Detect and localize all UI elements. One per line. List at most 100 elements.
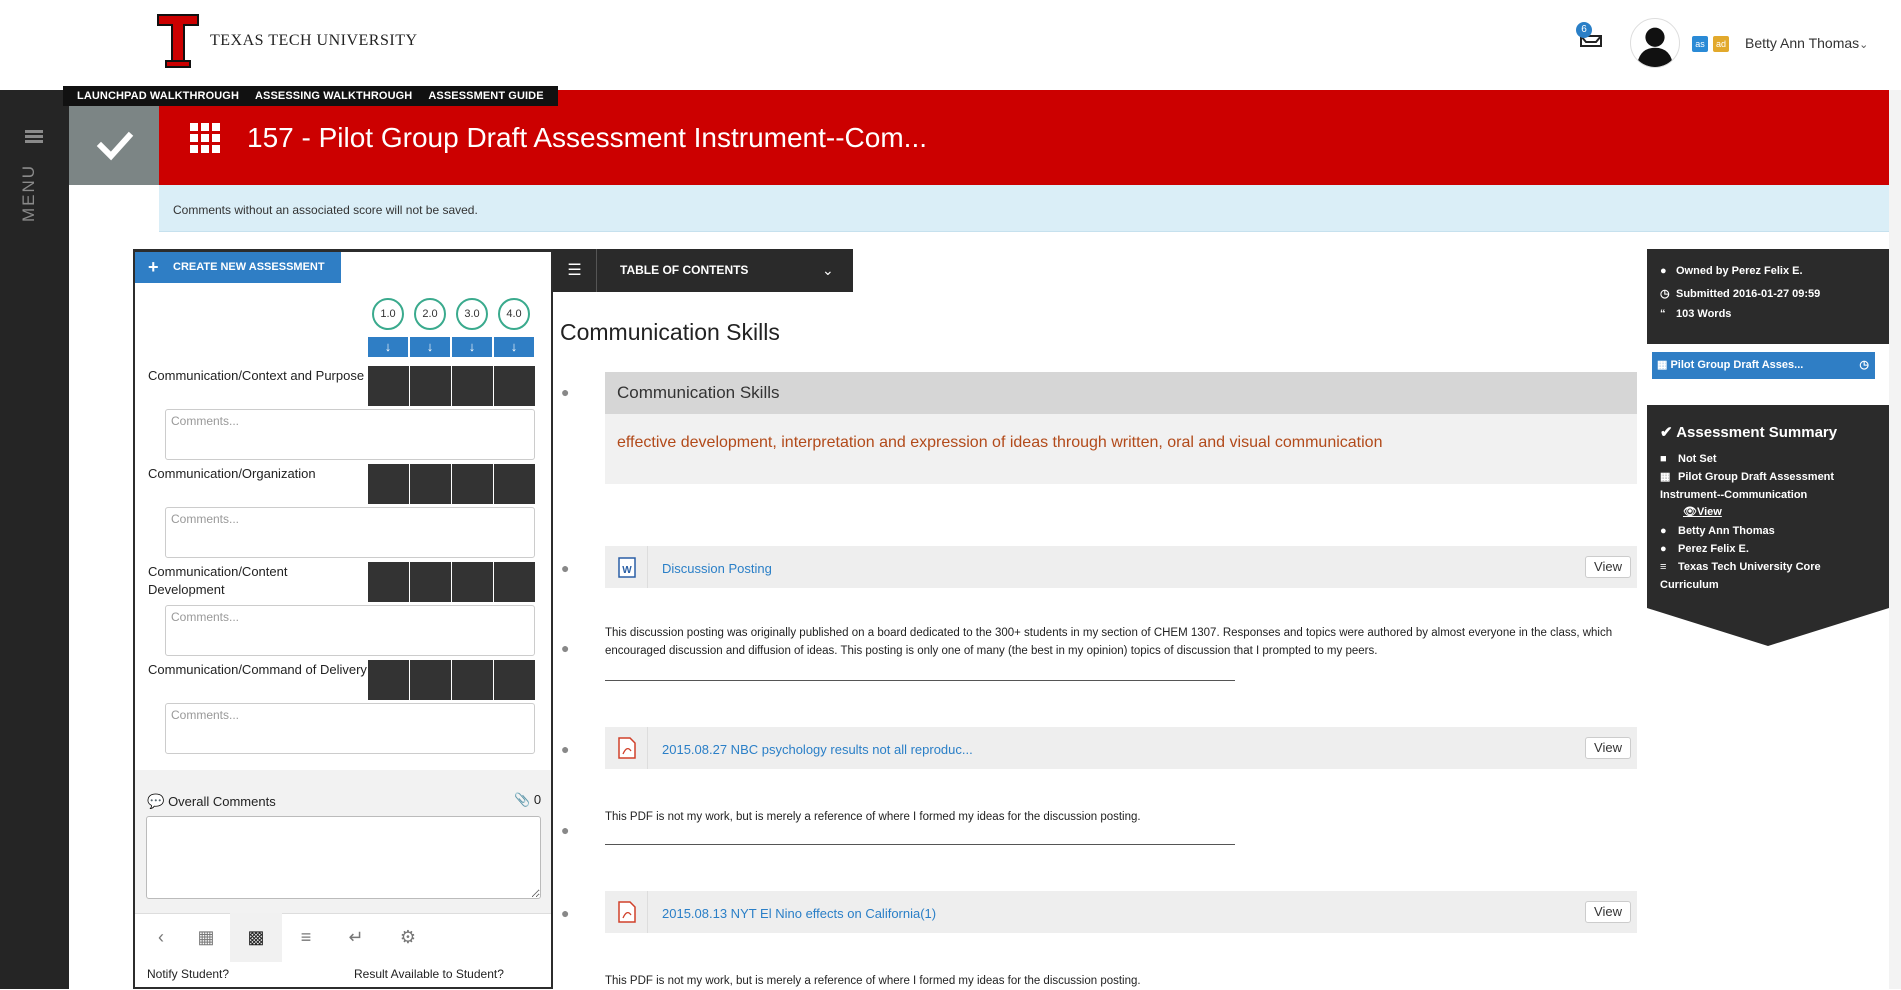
checkmark-icon bbox=[96, 131, 134, 161]
instrument-link[interactable]: ▦ Pilot Group Draft Asses... ◷ bbox=[1652, 352, 1875, 379]
score-cell[interactable] bbox=[452, 464, 493, 504]
comment-bubble-icon[interactable]: ● bbox=[561, 560, 577, 576]
score-cell[interactable] bbox=[452, 366, 493, 406]
grid-icon: ▦ bbox=[1657, 359, 1668, 371]
score-level-4: 4.0 bbox=[497, 298, 532, 330]
file-link[interactable]: 2015.08.13 NYT El Nino effects on Califo… bbox=[662, 906, 936, 921]
submitted-text: Submitted 2016-01-27 09:59 bbox=[1676, 288, 1821, 300]
summary-title-text: Assessment Summary bbox=[1676, 424, 1838, 441]
checkmark-icon: ✔ bbox=[1660, 424, 1673, 441]
launchpad-walkthrough-link[interactable]: LAUNCHPAD WALKTHROUGH bbox=[69, 86, 247, 106]
divider bbox=[605, 680, 1235, 681]
notify-student-label: Notify Student? bbox=[147, 967, 230, 981]
score-cell[interactable] bbox=[368, 366, 409, 406]
view-button[interactable]: View bbox=[1585, 901, 1631, 923]
scrollbar[interactable] bbox=[1889, 90, 1901, 989]
pdf-doc-icon bbox=[618, 737, 636, 759]
fill-column-1-arrow-icon[interactable]: ↓ bbox=[368, 337, 408, 357]
criterion-comment-field[interactable]: Comments... bbox=[165, 703, 535, 754]
paperclip-icon: 📎 bbox=[514, 792, 531, 807]
score-level-1: 1.0 bbox=[371, 298, 406, 330]
history-icon[interactable]: ◷ bbox=[1859, 352, 1869, 379]
view-button[interactable]: View bbox=[1585, 737, 1631, 759]
score-cell[interactable] bbox=[494, 660, 535, 700]
section-title: Communication Skills bbox=[560, 319, 780, 345]
attachment-button[interactable]: 📎 0 bbox=[514, 792, 541, 808]
user-icon: ● bbox=[1660, 525, 1667, 537]
instrument-link-label: Pilot Group Draft Asses... bbox=[1670, 359, 1804, 371]
create-new-assessment-button[interactable]: + CREATE NEW ASSESSMENT bbox=[135, 252, 341, 283]
criteria-card-title: Communication Skills bbox=[605, 372, 1637, 414]
score-cell[interactable] bbox=[368, 464, 409, 504]
toc-label: TABLE OF CONTENTS bbox=[620, 263, 749, 277]
table-of-contents-dropdown[interactable]: TABLE OF CONTENTS bbox=[597, 249, 853, 292]
owner-row: ● Owned by Perez Felix E. bbox=[1660, 265, 1803, 277]
assessment-guide-link[interactable]: ASSESSMENT GUIDE bbox=[420, 86, 551, 106]
role-tag-ad[interactable]: ad bbox=[1713, 36, 1729, 52]
comments-icon: 💬 bbox=[147, 793, 165, 809]
criterion-comment-field[interactable]: Comments... bbox=[165, 507, 535, 558]
criterion-label: Communication/Context and Purpose bbox=[148, 368, 365, 383]
menu-label[interactable]: MENU bbox=[19, 162, 39, 222]
score-cell[interactable] bbox=[410, 464, 451, 504]
walkthrough-tabs: LAUNCHPAD WALKTHROUGH ASSESSING WALKTHRO… bbox=[63, 86, 558, 106]
gear-icon[interactable]: ⚙ bbox=[382, 913, 434, 962]
score-cell[interactable] bbox=[368, 660, 409, 700]
result-available-label: Result Available to Student? bbox=[354, 967, 504, 981]
score-cell[interactable] bbox=[410, 366, 451, 406]
role-tag-as[interactable]: as bbox=[1692, 36, 1708, 52]
avatar[interactable] bbox=[1630, 18, 1680, 68]
comment-bubble-icon[interactable]: ● bbox=[561, 822, 577, 838]
assessing-walkthrough-link[interactable]: ASSESSING WALKTHROUGH bbox=[247, 86, 420, 106]
chevron-down-icon[interactable]: ⌄ bbox=[822, 249, 834, 292]
score-value: 3.0 bbox=[456, 298, 488, 330]
file-link[interactable]: 2015.08.27 NBC psychology results not al… bbox=[662, 742, 973, 757]
word-doc-icon: W bbox=[618, 557, 636, 578]
complete-check-button[interactable] bbox=[69, 106, 159, 185]
criterion-comment-field[interactable]: Comments... bbox=[165, 409, 535, 460]
fill-column-4-arrow-icon[interactable]: ↓ bbox=[494, 337, 534, 357]
texas-tech-logo[interactable] bbox=[157, 14, 199, 68]
score-cell[interactable] bbox=[452, 660, 493, 700]
score-cell[interactable] bbox=[452, 562, 493, 602]
fill-column-3-arrow-icon[interactable]: ↓ bbox=[452, 337, 492, 357]
score-cell[interactable] bbox=[494, 562, 535, 602]
return-icon[interactable]: ↵ bbox=[330, 913, 382, 962]
grid-small-icon[interactable]: ▦ bbox=[180, 913, 232, 962]
eye-icon: 👁 bbox=[1683, 506, 1697, 518]
university-name: TEXAS TECH UNIVERSITY bbox=[210, 32, 418, 49]
view-button[interactable]: View bbox=[1585, 556, 1631, 578]
score-cell[interactable] bbox=[368, 562, 409, 602]
score-cell[interactable] bbox=[494, 464, 535, 504]
pdf-file-icon bbox=[605, 727, 648, 769]
score-level-3: 3.0 bbox=[455, 298, 490, 330]
menu-rail bbox=[0, 90, 69, 989]
score-cell[interactable] bbox=[410, 562, 451, 602]
comment-bubble-icon[interactable]: ● bbox=[561, 640, 577, 656]
align-left-icon[interactable]: ≡ bbox=[280, 913, 332, 962]
toc-toggle-icon[interactable]: ☰ bbox=[553, 249, 597, 292]
create-new-assessment-label: CREATE NEW ASSESSMENT bbox=[173, 261, 325, 273]
user-menu[interactable]: Betty Ann Thomas⌄ bbox=[1745, 35, 1868, 51]
pdf-file-icon bbox=[605, 891, 648, 933]
hamburger-icon[interactable] bbox=[25, 130, 43, 144]
summary-view-link[interactable]: 👁View bbox=[1683, 505, 1722, 518]
word-file-icon: W bbox=[605, 546, 648, 588]
criterion-comment-field[interactable]: Comments... bbox=[165, 605, 535, 656]
score-level-2: 2.0 bbox=[413, 298, 448, 330]
score-cell[interactable] bbox=[410, 660, 451, 700]
fill-column-2-arrow-icon[interactable]: ↓ bbox=[410, 337, 450, 357]
file-description: This discussion posting was originally p… bbox=[605, 627, 1613, 657]
plus-icon: + bbox=[148, 257, 159, 277]
comment-bubble-icon[interactable]: ● bbox=[561, 905, 577, 921]
summary-owner: ● Perez Felix E. bbox=[1660, 540, 1880, 558]
overall-comments-label: 💬 Overall Comments bbox=[147, 793, 276, 810]
file-link[interactable]: Discussion Posting bbox=[662, 561, 772, 576]
comment-bubble-icon[interactable]: ● bbox=[561, 384, 577, 400]
score-cell[interactable] bbox=[494, 366, 535, 406]
overall-comments-field[interactable] bbox=[146, 816, 541, 899]
comment-bubble-icon[interactable]: ● bbox=[561, 741, 577, 757]
grid-large-icon[interactable]: ▩ bbox=[230, 913, 282, 962]
word-count-row: “ 103 Words bbox=[1660, 308, 1731, 320]
clock-icon: ◷ bbox=[1660, 288, 1670, 300]
